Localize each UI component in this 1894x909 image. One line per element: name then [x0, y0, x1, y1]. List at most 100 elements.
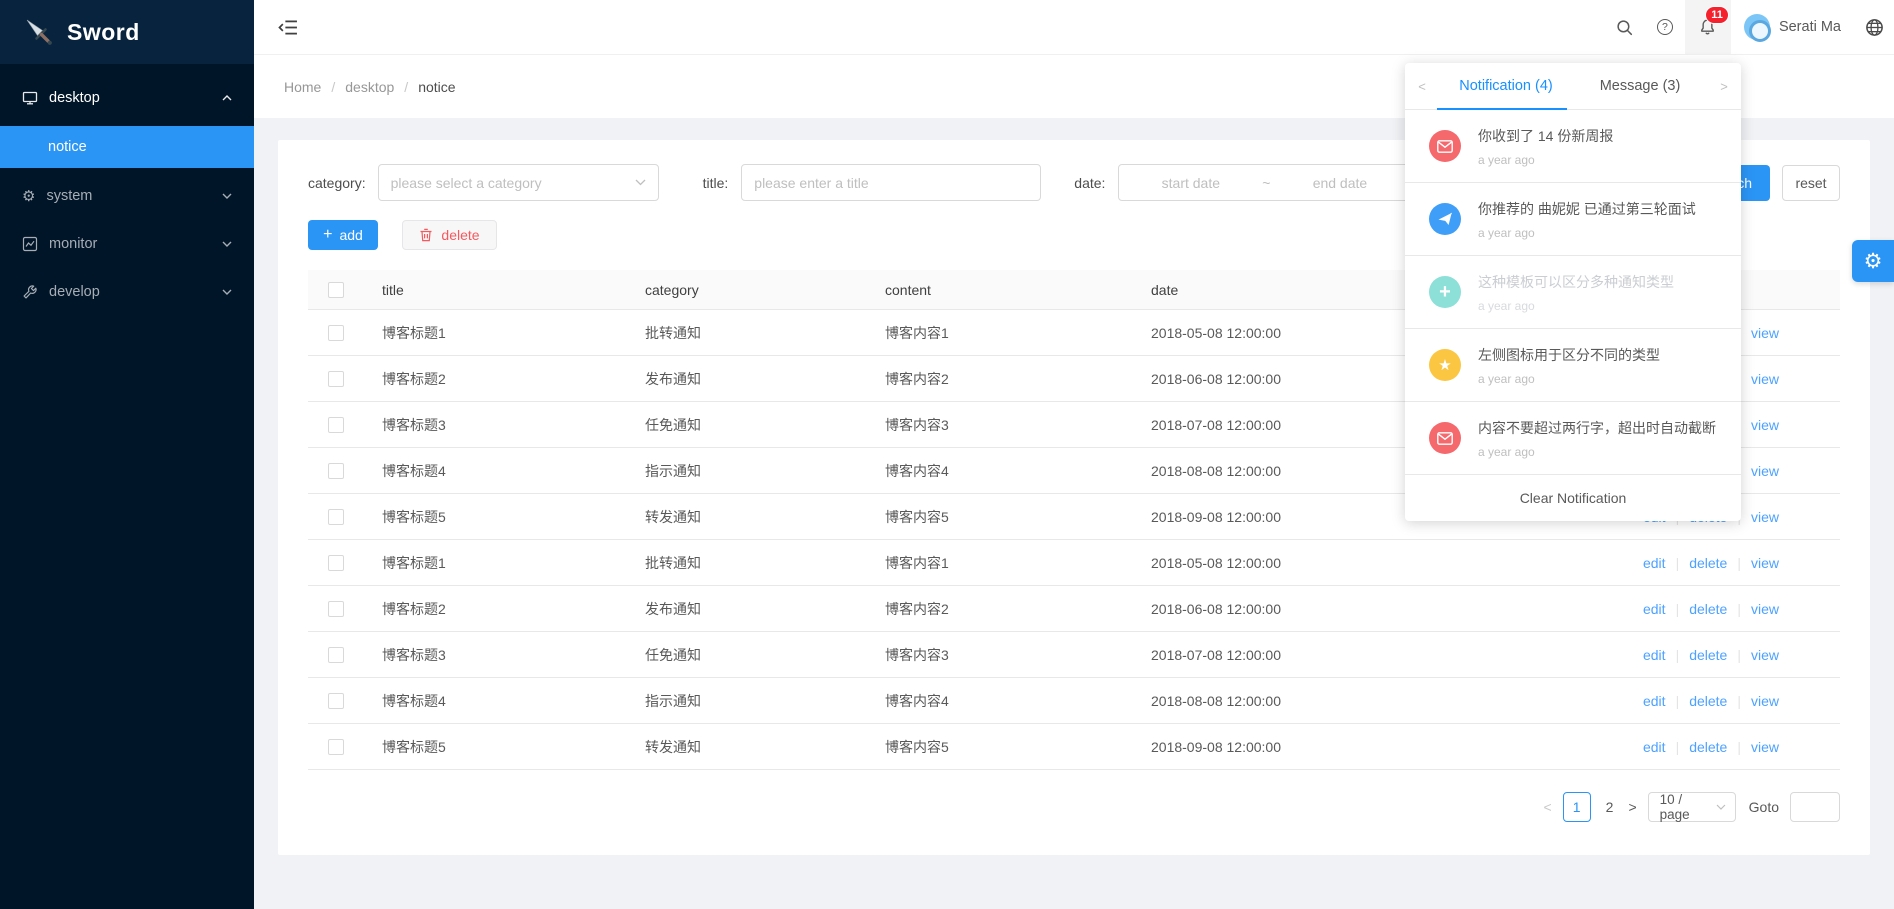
cell-content: 博客内容1 [867, 553, 1133, 573]
edit-link[interactable]: edit [1643, 739, 1666, 755]
clear-notification-button[interactable]: Clear Notification [1405, 475, 1741, 521]
reset-button[interactable]: reset [1782, 165, 1840, 201]
cell-title: 博客标题4 [364, 461, 627, 481]
cell-category: 任免通知 [627, 645, 867, 665]
next-page-button[interactable]: > [1628, 799, 1636, 815]
prev-page-button[interactable]: < [1543, 799, 1551, 815]
view-link[interactable]: view [1751, 417, 1779, 433]
row-checkbox[interactable] [328, 463, 344, 479]
app-window: Sword desktop notice ⚙ system monitor [0, 0, 1894, 909]
action-separator: | [1737, 693, 1741, 709]
notification-bell-button[interactable]: 11 [1685, 0, 1731, 54]
sword-icon [24, 17, 54, 47]
tab-notification[interactable]: Notification (4) [1439, 78, 1573, 94]
title-input[interactable] [741, 164, 1041, 201]
sidebar-item-develop[interactable]: develop [0, 272, 254, 312]
language-button[interactable] [1854, 0, 1894, 54]
cell-category: 指示通知 [627, 461, 867, 481]
help-button[interactable]: ? [1645, 0, 1685, 54]
page-2-button[interactable]: 2 [1602, 799, 1618, 815]
delete-link[interactable]: delete [1689, 601, 1727, 617]
breadcrumb-desktop[interactable]: desktop [345, 79, 394, 95]
brand-logo[interactable]: Sword [0, 0, 254, 64]
sidebar-item-system[interactable]: ⚙ system [0, 176, 254, 216]
select-all-checkbox[interactable] [328, 282, 344, 298]
cell-date: 2018-08-08 12:00:00 [1133, 693, 1622, 709]
action-separator: | [1676, 601, 1680, 617]
delete-link[interactable]: delete [1689, 647, 1727, 663]
notification-item[interactable]: 你推荐的 曲妮妮 已通过第三轮面试a year ago [1405, 183, 1741, 256]
goto-page-input[interactable] [1790, 792, 1840, 822]
tabs-next-icon[interactable]: > [1707, 79, 1741, 94]
theme-settings-button[interactable]: ⚙ [1852, 240, 1894, 282]
view-link[interactable]: view [1751, 463, 1779, 479]
title-label: title: [703, 175, 729, 191]
cell-actions: edit|delete|view [1622, 739, 1840, 755]
sidebar-item-desktop[interactable]: desktop [0, 78, 254, 118]
page-size-select[interactable]: 10 / page [1648, 792, 1736, 822]
sidebar-collapse-button[interactable] [254, 19, 298, 36]
row-checkbox[interactable] [328, 693, 344, 709]
view-link[interactable]: view [1751, 739, 1779, 755]
notification-time: a year ago [1478, 153, 1613, 167]
search-button[interactable] [1605, 0, 1645, 54]
view-link[interactable]: view [1751, 693, 1779, 709]
cell-actions: edit | delete | view [1622, 601, 1840, 617]
tab-message[interactable]: Message (3) [1573, 78, 1707, 94]
notification-item[interactable]: +这种模板可以区分多种通知类型a year ago [1405, 256, 1741, 329]
table-row: 博客标题5转发通知博客内容52018-09-08 12:00:00edit|de… [308, 724, 1840, 770]
cell-title: 博客标题2 [364, 599, 627, 619]
question-icon: ? [1657, 19, 1673, 35]
row-checkbox[interactable] [328, 647, 344, 663]
row-checkbox[interactable] [328, 371, 344, 387]
edit-link[interactable]: edit [1643, 647, 1666, 663]
category-select[interactable]: please select a category [378, 164, 659, 201]
row-checkbox[interactable] [328, 509, 344, 525]
table-row: 博客标题2发布通知博客内容22018-06-08 12:00:00edit|de… [308, 586, 1840, 632]
row-checkbox[interactable] [328, 325, 344, 341]
edit-link[interactable]: edit [1643, 555, 1666, 571]
action-separator: | [1737, 739, 1741, 755]
delete-link[interactable]: delete [1689, 555, 1727, 571]
delete-link[interactable]: delete [1689, 739, 1727, 755]
category-placeholder: please select a category [391, 175, 542, 191]
tabs-prev-icon[interactable]: < [1405, 79, 1439, 94]
row-checkbox[interactable] [328, 601, 344, 617]
column-header-content: content [867, 282, 1133, 298]
edit-link[interactable]: edit [1643, 601, 1666, 617]
view-link[interactable]: view [1751, 509, 1779, 525]
notification-item[interactable]: ★左侧图标用于区分不同的类型a year ago [1405, 329, 1741, 402]
breadcrumb-current: notice [418, 79, 455, 95]
sidebar-item-monitor[interactable]: monitor [0, 224, 254, 264]
notification-item[interactable]: 你收到了 14 份新周报 a year ago [1405, 110, 1741, 183]
delete-link[interactable]: delete [1689, 693, 1727, 709]
user-menu[interactable]: Serati Ma [1731, 0, 1854, 54]
action-separator: | [1737, 601, 1741, 617]
sidebar-item-notice-active[interactable]: notice [0, 126, 254, 168]
chevron-down-icon [222, 193, 232, 199]
search-icon [1616, 19, 1633, 36]
view-link[interactable]: view [1751, 325, 1779, 341]
breadcrumb-home[interactable]: Home [284, 79, 321, 95]
delete-button[interactable]: delete [402, 220, 497, 250]
date-range-picker[interactable]: start date ~ end date [1118, 164, 1410, 201]
view-link[interactable]: view [1751, 647, 1779, 663]
line-chart-icon [22, 236, 38, 252]
notification-title: 你收到了 14 份新周报 [1478, 126, 1613, 146]
cell-category: 批转通知 [627, 553, 867, 573]
view-link[interactable]: view [1751, 371, 1779, 387]
notification-item[interactable]: 内容不要超过两行字，超出时自动截断a year ago [1405, 402, 1741, 475]
breadcrumb-separator: / [404, 79, 408, 95]
page-1-button[interactable]: 1 [1563, 792, 1591, 822]
edit-link[interactable]: edit [1643, 693, 1666, 709]
add-button[interactable]: + add [308, 220, 378, 250]
plus-icon: + [1429, 276, 1461, 308]
view-link[interactable]: view [1751, 601, 1779, 617]
row-checkbox[interactable] [328, 555, 344, 571]
notification-list: 你收到了 14 份新周报 a year ago 你推荐的 曲妮妮 已通过第三轮面试a… [1405, 110, 1741, 475]
row-checkbox[interactable] [328, 739, 344, 755]
action-separator: | [1737, 555, 1741, 571]
star-icon: ★ [1429, 349, 1461, 381]
row-checkbox[interactable] [328, 417, 344, 433]
view-link[interactable]: view [1751, 555, 1779, 571]
